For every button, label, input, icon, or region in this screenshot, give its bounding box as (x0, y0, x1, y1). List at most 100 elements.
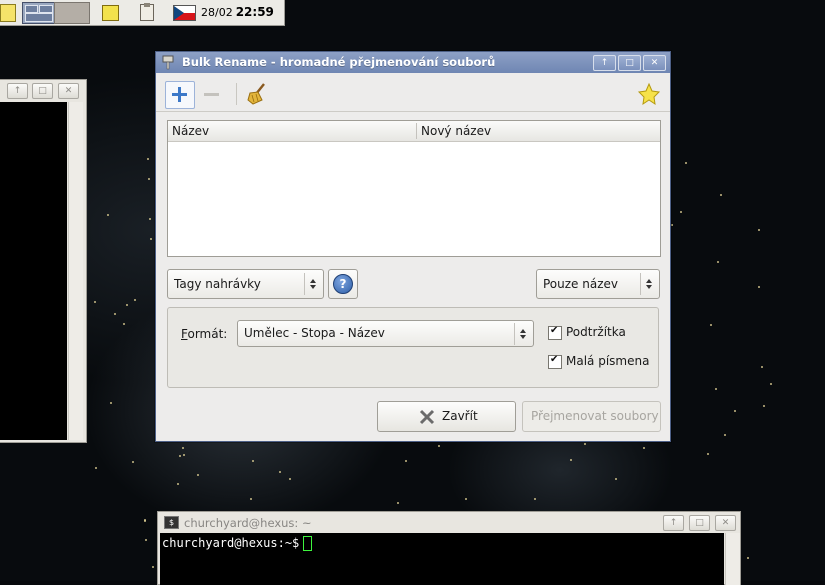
clock-time: 22:59 (235, 5, 274, 19)
workspace-icon[interactable] (0, 4, 16, 22)
wallpaper-light (144, 520, 146, 522)
terminal-icon: $ (164, 516, 179, 529)
dialog-title: Bulk Rename - hromadné přejmenování soub… (182, 55, 496, 69)
pager-icon[interactable] (22, 2, 56, 24)
wallpaper-light (145, 539, 147, 541)
renamer-select-value: Tagy nahrávky (174, 277, 261, 291)
clear-button[interactable] (244, 81, 272, 107)
wallpaper-light (643, 447, 645, 449)
terminal-window[interactable]: $ churchyard@hexus: ~ ↑ □ ✕ churchyard@h… (157, 511, 741, 585)
wallpaper-light (150, 238, 152, 240)
lowercase-checkbox[interactable] (548, 354, 562, 369)
dialog-toolbar (156, 74, 670, 112)
wallpaper-light (179, 455, 181, 457)
wallpaper-light (720, 194, 722, 196)
clock[interactable]: 28/02 22:59 (201, 5, 274, 19)
lowercase-label: Malá písmena (566, 354, 650, 368)
format-select-value: Umělec - Stopa - Název (244, 326, 385, 340)
wallpaper-light (761, 366, 763, 368)
top-panel: 28/02 22:59 (0, 0, 285, 26)
wallpaper-light (747, 557, 749, 559)
format-select[interactable]: Umělec - Stopa - Název (237, 320, 534, 347)
wallpaper-light (715, 388, 717, 390)
column-header-name[interactable]: Název (172, 124, 209, 138)
dialog-maximize-button[interactable]: □ (618, 55, 641, 71)
wallpaper-light (110, 402, 112, 404)
wallpaper-light (758, 229, 760, 231)
rename-files-button[interactable]: Přejmenovat soubory (522, 401, 661, 432)
underscores-checkbox[interactable] (548, 325, 562, 340)
remove-files-button[interactable] (198, 81, 226, 107)
scope-select[interactable]: Pouze název (536, 269, 660, 299)
add-files-button[interactable] (165, 81, 195, 109)
scope-select-value: Pouze název (543, 277, 618, 291)
wallpaper-light (134, 299, 136, 301)
background-window-titlebar[interactable]: ↑ □ ✕ (0, 80, 86, 100)
wallpaper-light (671, 224, 673, 226)
wallpaper-light (123, 323, 125, 325)
wallpaper-light (615, 478, 617, 480)
about-button[interactable] (635, 81, 663, 107)
help-icon: ? (333, 274, 353, 294)
wallpaper-light (289, 478, 291, 480)
close-button[interactable]: Zavřít (377, 401, 516, 432)
chevron-updown-icon (514, 323, 533, 345)
czech-flag-icon[interactable] (173, 5, 196, 21)
wallpaper-light (197, 474, 199, 476)
terminal-raise-button[interactable]: ↑ (663, 515, 684, 531)
terminal-maximize-button[interactable]: □ (689, 515, 710, 531)
wallpaper-light (148, 178, 150, 180)
close-icon (419, 409, 435, 425)
bulk-rename-dialog: Bulk Rename - hromadné přejmenování soub… (155, 51, 671, 442)
wallpaper-light (147, 158, 149, 160)
background-window-close-button[interactable]: ✕ (58, 83, 79, 99)
terminal-cursor (303, 536, 312, 551)
wallpaper-light (534, 498, 536, 500)
wallpaper-light (126, 304, 128, 306)
background-window-scrollbar[interactable] (68, 102, 83, 440)
wallpaper-light (152, 566, 154, 568)
background-window-maximize-button[interactable]: □ (32, 83, 53, 99)
wallpaper-light (710, 324, 712, 326)
background-window[interactable]: ↑ □ ✕ (0, 79, 87, 443)
wallpaper-light (680, 211, 682, 213)
clipboard-icon[interactable] (140, 3, 154, 21)
wallpaper-light (183, 454, 185, 456)
dialog-raise-button[interactable]: ↑ (593, 55, 616, 71)
wallpaper-light (114, 313, 116, 315)
wallpaper-light (250, 498, 252, 500)
chevron-updown-icon (304, 273, 323, 295)
wallpaper-light (279, 471, 281, 473)
wallpaper-light (182, 447, 184, 449)
clear-broom-icon (247, 83, 265, 105)
help-button[interactable]: ? (328, 269, 358, 299)
wallpaper-light (685, 162, 687, 164)
clock-date: 28/02 (201, 6, 233, 19)
wallpaper-light (717, 261, 719, 263)
remove-files-icon (204, 93, 219, 96)
terminal-close-button[interactable]: ✕ (715, 515, 736, 531)
underscores-label: Podtržítka (566, 325, 626, 339)
wallpaper-light (465, 498, 467, 500)
wallpaper-light (95, 467, 97, 469)
dialog-close-button[interactable]: ✕ (643, 55, 666, 71)
renamer-select[interactable]: Tagy nahrávky (167, 269, 324, 299)
pager-empty-workspace[interactable] (54, 2, 90, 24)
wallpaper-light (763, 405, 765, 407)
wallpaper-light (107, 214, 109, 216)
terminal-scrollbar[interactable] (725, 533, 740, 585)
wallpaper-light (149, 218, 151, 220)
dialog-titlebar[interactable]: Bulk Rename - hromadné přejmenování soub… (156, 52, 670, 73)
background-window-raise-button[interactable]: ↑ (7, 83, 28, 99)
terminal-screen[interactable]: churchyard@hexus:~$ (160, 533, 724, 585)
close-button-label: Zavřít (442, 409, 478, 423)
wallpaper-light (734, 410, 736, 412)
file-list[interactable]: Název Nový název (167, 120, 661, 257)
column-separator[interactable] (416, 123, 417, 139)
notes-icon[interactable] (102, 5, 119, 21)
wallpaper-light (405, 460, 407, 462)
wallpaper-light (570, 459, 572, 461)
wallpaper-light (438, 445, 440, 447)
wallpaper-light (177, 483, 179, 485)
column-header-new-name[interactable]: Nový název (421, 124, 491, 138)
